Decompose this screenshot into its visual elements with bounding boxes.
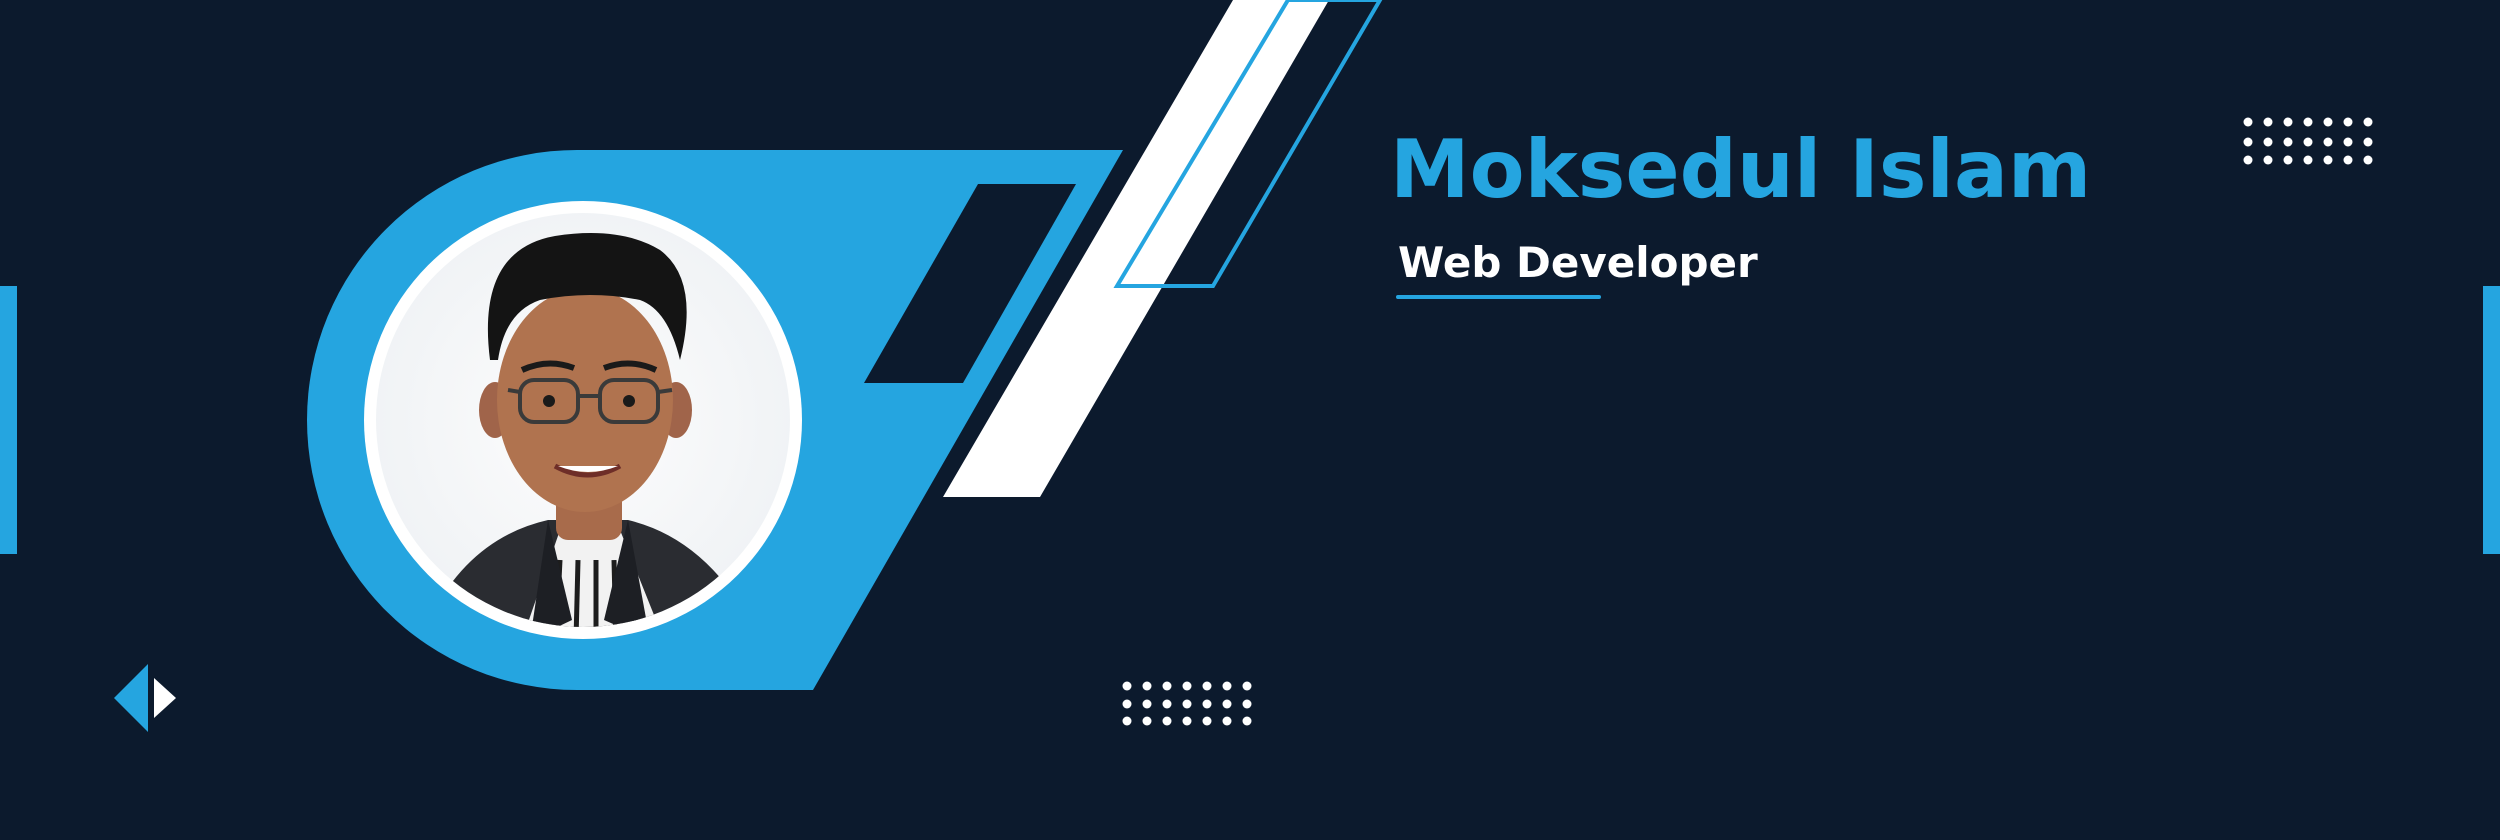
right-edge-bar [2483,286,2500,554]
profile-name: Moksedul Islam [1390,123,2092,216]
diamond-arrow-icon [114,664,176,732]
avatar [364,201,802,639]
dot-grid-icon [2243,117,2373,165]
left-edge-bar [0,286,17,554]
role-underline [1396,295,1601,299]
banner-artwork [0,0,2500,732]
profile-banner: Moksedul Islam Web Developer [0,0,2500,840]
dot-grid-icon [1122,681,1252,726]
profile-role: Web Developer [1398,238,1758,287]
